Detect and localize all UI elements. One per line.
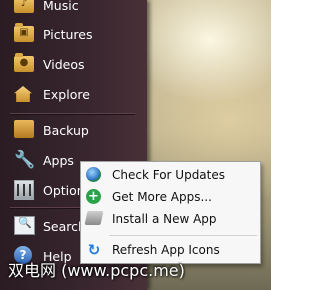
side-menu-item-label: Pictures	[43, 26, 93, 42]
menu-item-install-new-app[interactable]: Install a New App	[81, 208, 260, 230]
menu-separator	[109, 235, 257, 236]
side-menu-item-explore[interactable]: Explore	[0, 79, 147, 109]
menu-item-check-for-updates[interactable]: Check For Updates	[81, 164, 260, 186]
side-menu-item-pictures[interactable]: ▣ Pictures	[0, 19, 147, 49]
videos-folder-icon: ●	[14, 53, 34, 74]
plus-icon: +	[86, 189, 102, 205]
menu-item-label: Refresh App Icons	[112, 243, 220, 257]
apps-context-menu: Check For Updates + Get More Apps... Ins…	[80, 161, 261, 264]
search-icon	[14, 216, 35, 236]
options-icon	[14, 180, 34, 200]
backup-icon	[14, 120, 34, 140]
side-menu-item-videos[interactable]: ● Videos	[0, 49, 147, 79]
menu-item-label: Get More Apps...	[112, 190, 212, 204]
side-menu-item-label: Backup	[43, 122, 89, 138]
side-menu-item-label: Explore	[43, 86, 90, 102]
globe-icon	[86, 167, 102, 183]
side-menu-item-music[interactable]: ♪ Music	[0, 0, 147, 20]
home-icon	[14, 84, 34, 104]
side-menu-item-label: Apps	[43, 152, 74, 168]
menu-item-label: Check For Updates	[112, 168, 226, 182]
pictures-folder-icon: ▣	[14, 23, 34, 44]
menu-item-label: Install a New App	[112, 212, 217, 226]
music-folder-icon: ♪	[14, 0, 34, 15]
menu-item-get-more-apps[interactable]: + Get More Apps...	[81, 186, 260, 208]
refresh-icon: ↻	[87, 241, 101, 259]
install-icon	[84, 211, 104, 227]
side-menu-item-label: Music	[43, 0, 79, 13]
watermark-text: 双电网 (www.pcpc.me)	[8, 261, 185, 280]
wrench-icon: 🔧	[14, 150, 36, 170]
side-menu-item-backup[interactable]: Backup	[0, 115, 147, 145]
side-menu-item-label: Videos	[43, 56, 85, 72]
